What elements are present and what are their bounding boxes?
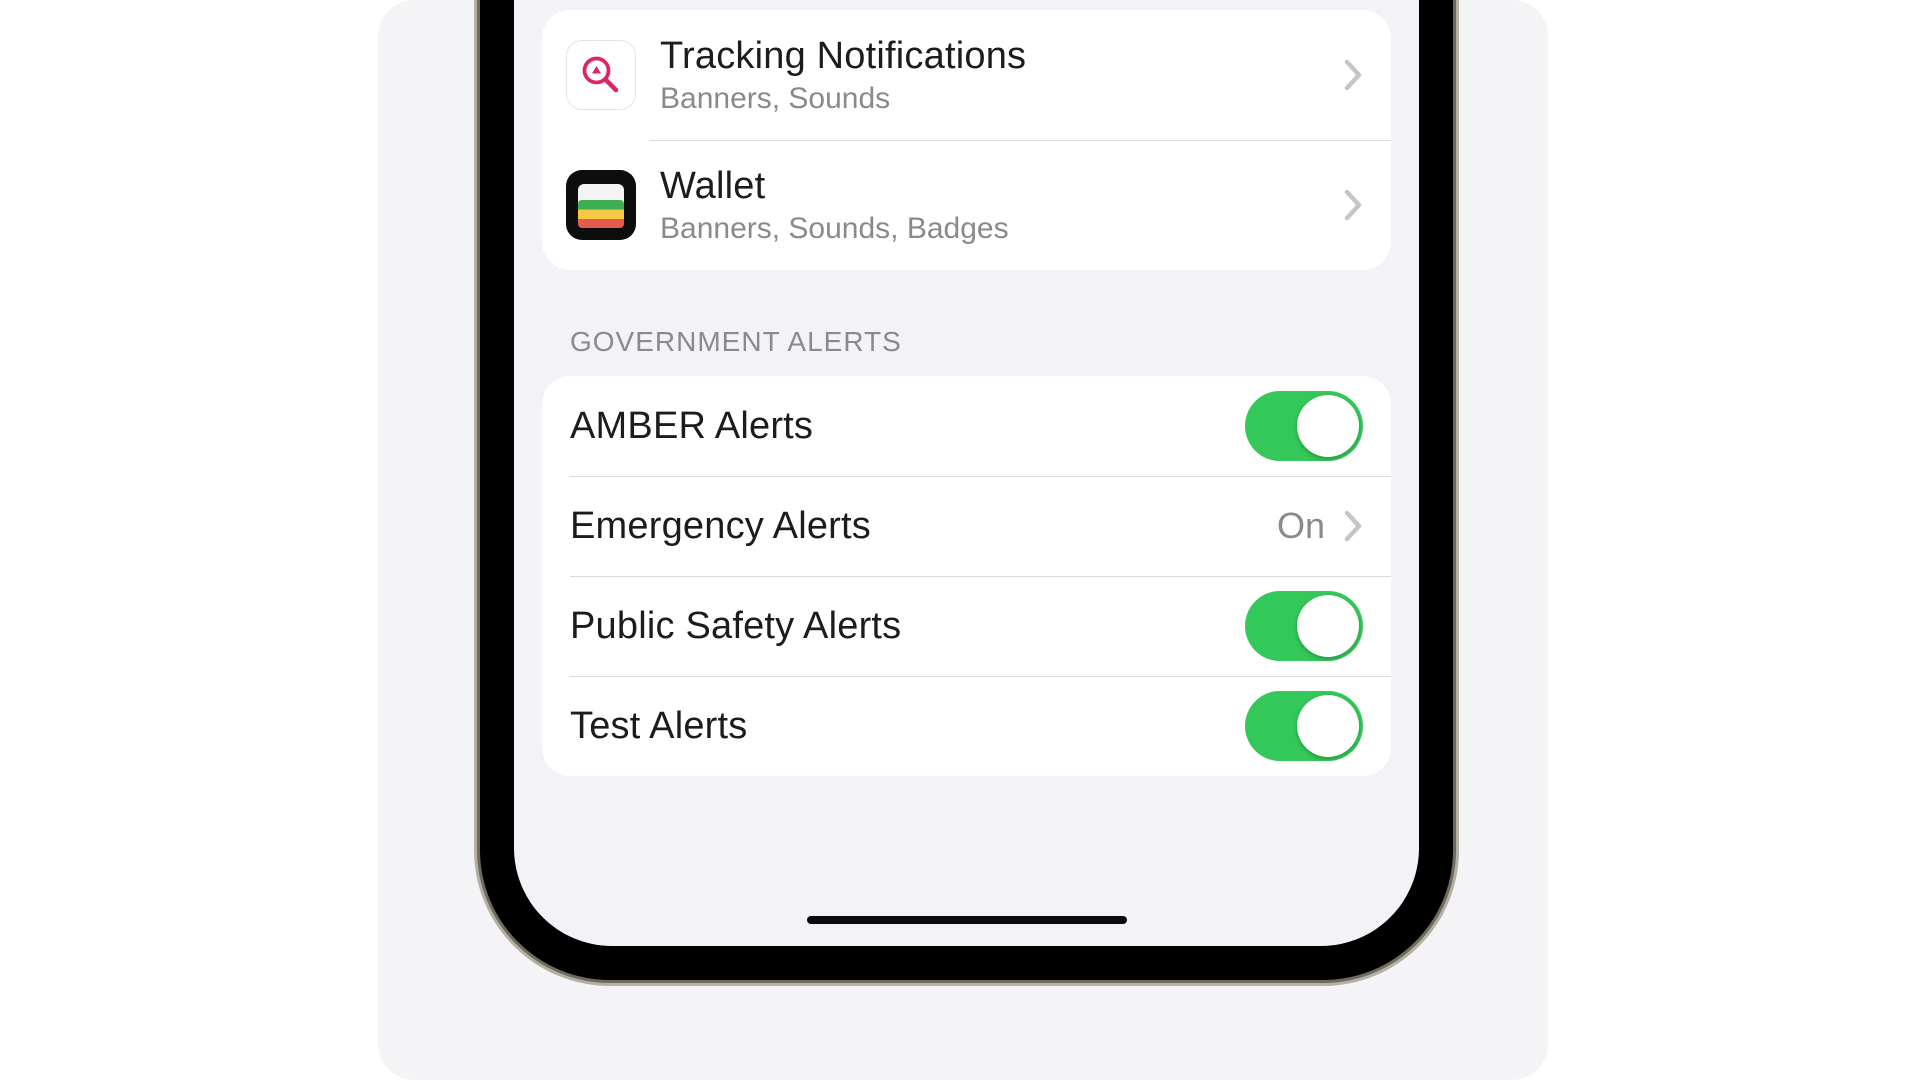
row-text: Test Alerts: [570, 705, 1245, 748]
government-alerts-group: AMBER Alerts Emergency Alerts On: [542, 376, 1391, 776]
row-amber-alerts[interactable]: AMBER Alerts: [542, 376, 1391, 476]
row-wallet[interactable]: Wallet Banners, Sounds, Badges: [542, 140, 1391, 270]
toggle-knob: [1297, 395, 1359, 457]
toggle-test-alerts[interactable]: [1245, 691, 1363, 761]
phone-screen: Tracking Notifications Banners, Sounds W…: [514, 0, 1419, 946]
row-title: Test Alerts: [570, 705, 1245, 748]
row-text: Tracking Notifications Banners, Sounds: [660, 35, 1329, 116]
row-title: Public Safety Alerts: [570, 605, 1245, 648]
row-emergency-alerts[interactable]: Emergency Alerts On: [542, 476, 1391, 576]
row-text: Wallet Banners, Sounds, Badges: [660, 165, 1329, 246]
section-header-government-alerts: GOVERNMENT ALERTS: [570, 326, 1363, 358]
toggle-knob: [1297, 695, 1359, 757]
row-public-safety-alerts[interactable]: Public Safety Alerts: [542, 576, 1391, 676]
row-title: Wallet: [660, 165, 1329, 208]
chevron-right-icon: [1343, 188, 1363, 222]
row-title: AMBER Alerts: [570, 405, 1245, 448]
row-tracking-notifications[interactable]: Tracking Notifications Banners, Sounds: [542, 10, 1391, 140]
row-text: Public Safety Alerts: [570, 605, 1245, 648]
row-title: Tracking Notifications: [660, 35, 1329, 78]
stage: Tracking Notifications Banners, Sounds W…: [0, 0, 1920, 1080]
chevron-right-icon: [1343, 58, 1363, 92]
toggle-knob: [1297, 595, 1359, 657]
settings-content[interactable]: Tracking Notifications Banners, Sounds W…: [514, 0, 1419, 946]
apps-group: Tracking Notifications Banners, Sounds W…: [542, 10, 1391, 270]
row-value: On: [1277, 505, 1325, 547]
row-subtitle: Banners, Sounds: [660, 82, 1329, 116]
home-indicator[interactable]: [807, 916, 1127, 924]
row-test-alerts[interactable]: Test Alerts: [542, 676, 1391, 776]
row-title: Emergency Alerts: [570, 505, 1277, 548]
phone-frame: Tracking Notifications Banners, Sounds W…: [480, 0, 1453, 980]
tracking-icon: [566, 40, 636, 110]
chevron-right-icon: [1343, 509, 1363, 543]
phone-bezel: Tracking Notifications Banners, Sounds W…: [502, 0, 1431, 958]
row-text: AMBER Alerts: [570, 405, 1245, 448]
toggle-amber-alerts[interactable]: [1245, 391, 1363, 461]
wallet-icon: [566, 170, 636, 240]
toggle-public-safety-alerts[interactable]: [1245, 591, 1363, 661]
row-text: Emergency Alerts: [570, 505, 1277, 548]
row-subtitle: Banners, Sounds, Badges: [660, 212, 1329, 246]
